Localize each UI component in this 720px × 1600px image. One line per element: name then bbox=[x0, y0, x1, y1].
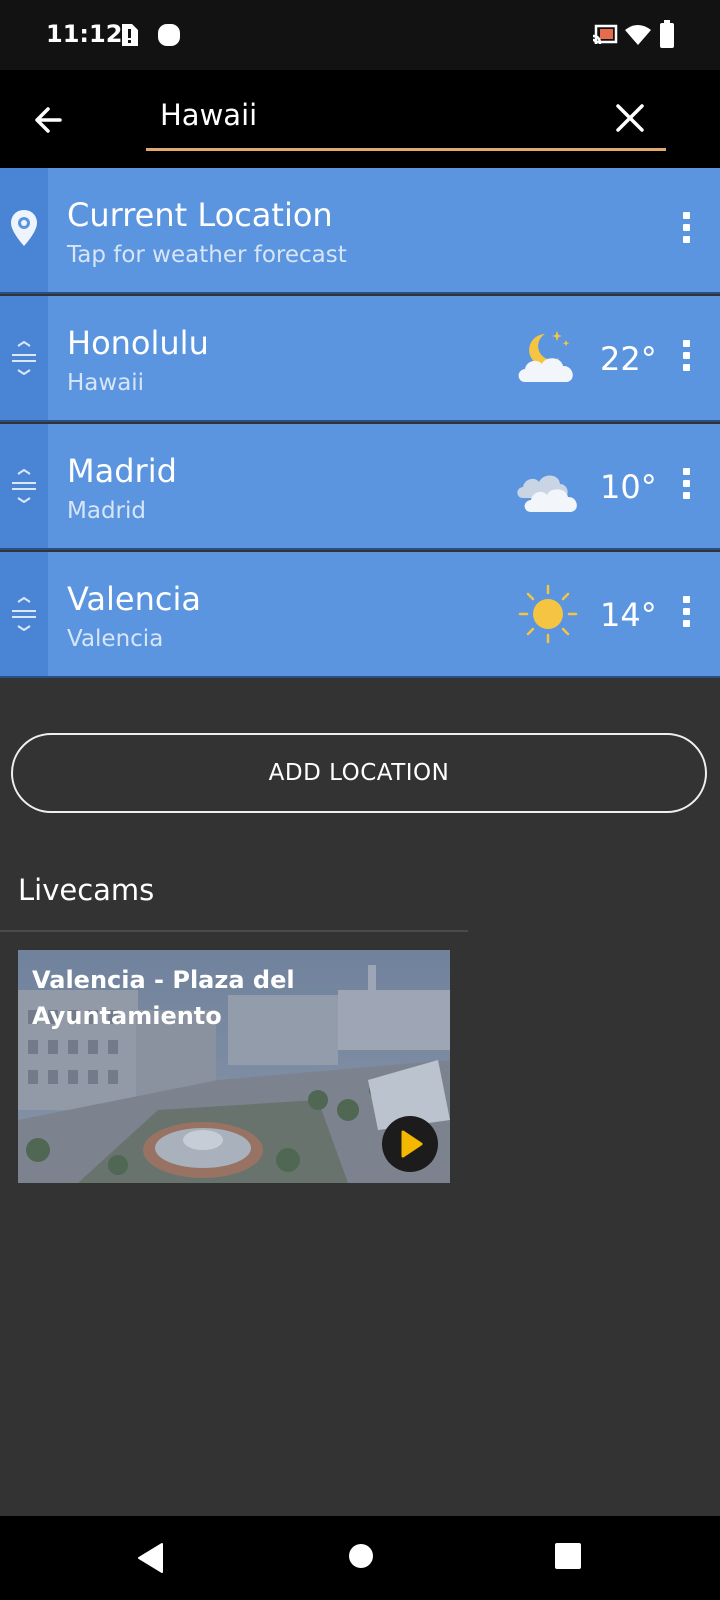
location-temperature: 14° bbox=[600, 596, 657, 634]
location-name: Madrid bbox=[67, 452, 177, 490]
drag-handle-icon bbox=[12, 597, 36, 631]
divider bbox=[0, 676, 720, 678]
play-icon bbox=[401, 1130, 423, 1158]
location-subtitle: Valencia bbox=[67, 626, 164, 652]
drag-handle[interactable] bbox=[0, 296, 48, 420]
alert-notification-icon bbox=[122, 24, 138, 46]
location-temperature: 10° bbox=[600, 468, 657, 506]
livecams-heading: Livecams bbox=[18, 873, 155, 907]
cast-icon bbox=[592, 24, 618, 45]
divider bbox=[0, 420, 720, 422]
more-options-icon[interactable] bbox=[672, 212, 700, 248]
location-name: Valencia bbox=[67, 580, 201, 618]
location-subtitle: Tap for weather forecast bbox=[67, 242, 347, 268]
more-options-icon[interactable] bbox=[672, 468, 700, 504]
play-button[interactable] bbox=[382, 1116, 438, 1172]
search-input[interactable]: Hawaii bbox=[146, 90, 666, 151]
more-options-icon[interactable] bbox=[672, 340, 700, 376]
wifi-icon bbox=[625, 25, 651, 45]
home-circle-icon[interactable] bbox=[347, 1542, 375, 1570]
back-triangle-icon[interactable] bbox=[136, 1542, 166, 1574]
divider bbox=[0, 292, 720, 294]
list-item-madrid[interactable]: Madrid Madrid 10° bbox=[0, 424, 720, 548]
cloudy-icon bbox=[517, 475, 577, 512]
location-subtitle: Hawaii bbox=[67, 370, 145, 396]
more-options-icon[interactable] bbox=[672, 596, 700, 632]
list-item-honolulu[interactable]: Honolulu Hawaii 22° bbox=[0, 296, 720, 420]
search-toolbar: Hawaii bbox=[0, 70, 720, 168]
sunny-icon bbox=[518, 584, 578, 644]
location-handle bbox=[0, 168, 48, 292]
drag-handle[interactable] bbox=[0, 424, 48, 548]
status-bar: 11:12 bbox=[0, 0, 720, 70]
location-name: Honolulu bbox=[67, 324, 209, 362]
close-icon[interactable] bbox=[612, 100, 648, 136]
status-time: 11:12 bbox=[46, 20, 123, 48]
location-temperature: 22° bbox=[600, 340, 657, 378]
search-underline bbox=[146, 148, 666, 151]
livecams-divider bbox=[0, 930, 468, 932]
system-nav-bar bbox=[0, 1516, 720, 1600]
livecam-title: Valencia - Plaza del Ayuntamiento bbox=[32, 966, 295, 1030]
drag-handle-icon bbox=[12, 341, 36, 375]
livecam-card[interactable]: Valencia - Plaza del Ayuntamiento bbox=[18, 950, 450, 1183]
list-item-current-location[interactable]: Current Location Tap for weather forecas… bbox=[0, 168, 720, 292]
drag-handle[interactable] bbox=[0, 552, 48, 676]
battery-icon bbox=[660, 20, 674, 48]
add-location-button[interactable]: ADD LOCATION bbox=[11, 733, 707, 813]
search-input-value: Hawaii bbox=[160, 98, 258, 132]
drag-handle-icon bbox=[12, 469, 36, 503]
recents-square-icon[interactable] bbox=[554, 1542, 582, 1570]
location-subtitle: Madrid bbox=[67, 498, 146, 524]
divider bbox=[0, 548, 720, 550]
circle-notification-icon bbox=[158, 24, 180, 46]
back-arrow-icon[interactable] bbox=[28, 98, 72, 142]
list-item-valencia[interactable]: Valencia Valencia 14° bbox=[0, 552, 720, 676]
partly-cloudy-night-icon bbox=[518, 331, 573, 382]
location-name: Current Location bbox=[67, 196, 333, 234]
location-pin-icon bbox=[11, 210, 37, 246]
